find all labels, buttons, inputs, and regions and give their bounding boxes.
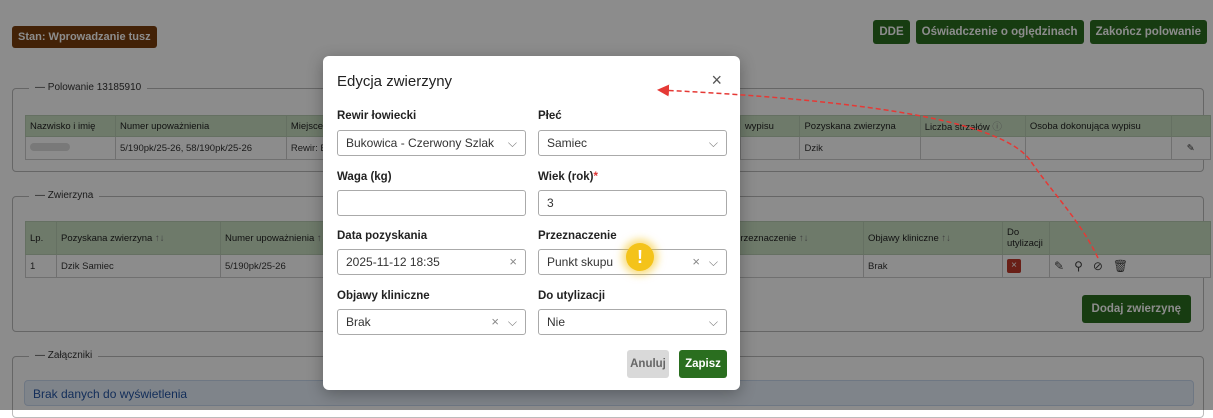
annotation-arrow: [657, 84, 1099, 259]
